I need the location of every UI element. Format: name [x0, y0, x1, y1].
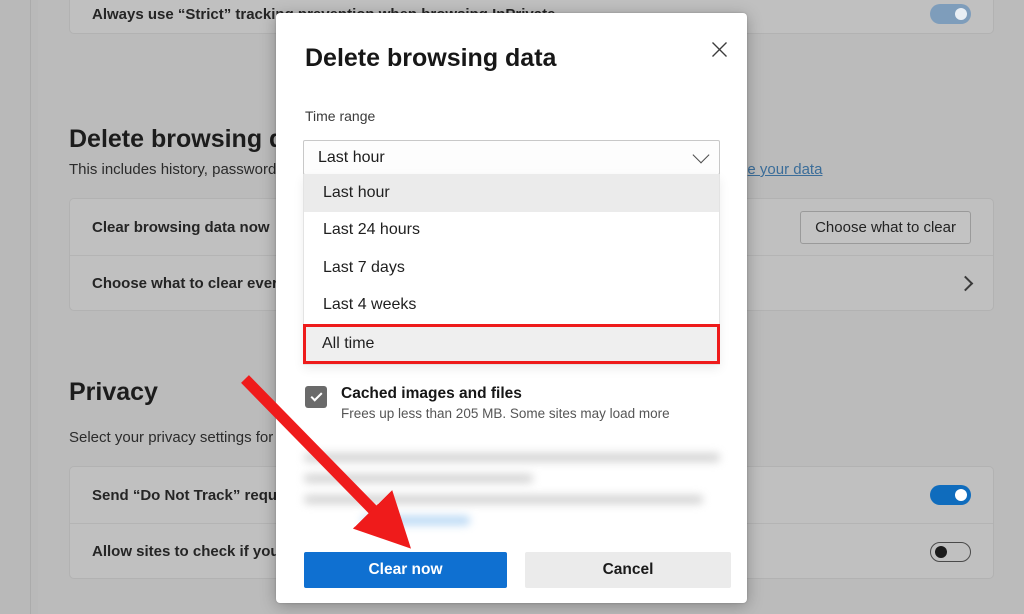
- row-strict-tracking-control: [930, 4, 971, 24]
- screenshot-root: Always use “Strict” tracking prevention …: [0, 0, 1024, 614]
- option-label: Last 4 weeks: [323, 296, 417, 314]
- cached-images-subtitle: Frees up less than 205 MB. Some sites ma…: [341, 406, 670, 421]
- row-clear-browsing-data-now-control: Choose what to clear: [800, 210, 971, 244]
- cancel-button[interactable]: Cancel: [525, 552, 731, 588]
- option-last-7-days[interactable]: Last 7 days: [304, 249, 719, 287]
- dialog-title: Delete browsing data: [305, 44, 557, 72]
- choose-what-to-clear-button[interactable]: Choose what to clear: [800, 210, 971, 244]
- blurred-line: [304, 453, 720, 462]
- chevron-right-icon: [957, 275, 974, 292]
- blurred-link-line: [362, 516, 471, 525]
- payment-methods-toggle[interactable]: [930, 541, 971, 562]
- sidebar-divider: [30, 0, 31, 614]
- time-range-selected-value: Last hour: [318, 148, 385, 166]
- chevron-down-icon: [692, 146, 710, 163]
- option-label: All time: [322, 335, 375, 352]
- option-label: Last 7 days: [323, 258, 405, 276]
- strict-tracking-toggle[interactable]: [930, 4, 971, 24]
- option-label: Last hour: [323, 183, 390, 201]
- toggle-knob: [955, 489, 967, 501]
- toggle-knob: [955, 8, 967, 20]
- cached-images-texts: Cached images and files Frees up less th…: [341, 385, 670, 421]
- delete-browsing-data-dialog: Delete browsing data Time range Last hou…: [276, 13, 747, 603]
- blurred-description-block: [304, 453, 720, 535]
- option-label: Last 24 hours: [323, 221, 420, 239]
- row-choose-chevron-wrap: [957, 275, 974, 292]
- time-range-select[interactable]: Last hour: [303, 140, 720, 175]
- close-icon[interactable]: [703, 33, 735, 65]
- blurred-line: [304, 495, 704, 504]
- privacy-heading: Privacy: [69, 378, 158, 406]
- toggle-knob: [935, 545, 947, 558]
- option-last-hour[interactable]: Last hour: [304, 174, 719, 212]
- option-last-24-hours[interactable]: Last 24 hours: [304, 211, 719, 249]
- cached-images-row[interactable]: Cached images and files Frees up less th…: [305, 385, 723, 421]
- blurred-line: [304, 474, 533, 483]
- time-range-label: Time range: [305, 108, 376, 124]
- time-range-options-list: Last hour Last 24 hours Last 7 days Last…: [303, 174, 720, 365]
- option-all-time[interactable]: All time: [303, 324, 720, 364]
- cached-images-group: Cached images and files Frees up less th…: [305, 385, 723, 421]
- clear-now-button[interactable]: Clear now: [304, 552, 507, 588]
- option-last-4-weeks[interactable]: Last 4 weeks: [304, 286, 719, 324]
- row-payment-methods-control: [930, 541, 971, 562]
- row-clear-browsing-data-now-label: Clear browsing data now: [92, 218, 270, 236]
- checkmark-icon: [309, 389, 323, 402]
- row-do-not-track-control: [930, 485, 971, 505]
- cached-images-title: Cached images and files: [341, 385, 522, 402]
- row-do-not-track-label: Send “Do Not Track” requests: [92, 486, 308, 504]
- dialog-actions: Clear now Cancel: [304, 552, 731, 588]
- cached-images-checkbox[interactable]: [305, 386, 327, 408]
- do-not-track-toggle[interactable]: [930, 485, 971, 505]
